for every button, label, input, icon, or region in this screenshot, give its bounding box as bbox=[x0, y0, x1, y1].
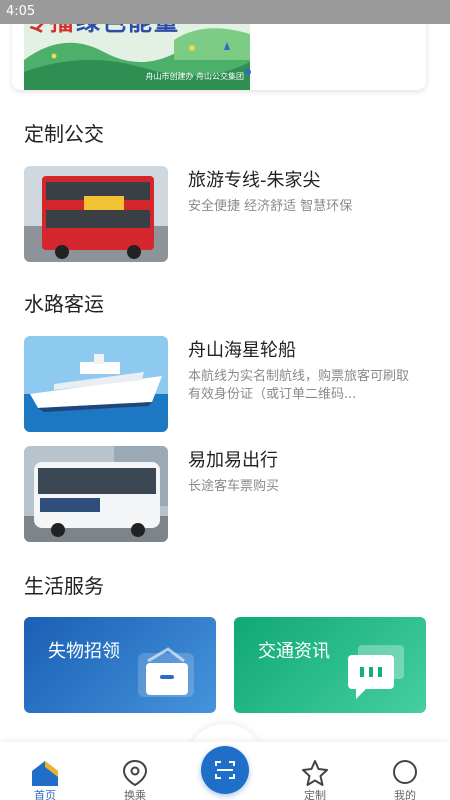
carousel-indicator bbox=[245, 69, 251, 75]
yijiayi-desc: 长途客车票购买 bbox=[188, 479, 280, 494]
tab-profile[interactable]: 我的 bbox=[370, 742, 440, 800]
scan-icon bbox=[215, 761, 235, 779]
list-item-ship[interactable]: 舟山海星轮船 本航线为实名制航线，购票旅客可刷取有效身份证（或订单二维码... bbox=[24, 336, 426, 434]
tab-custom-label: 定制 bbox=[304, 789, 326, 800]
tab-custom[interactable]: 定制 bbox=[280, 742, 350, 800]
tab-transfer[interactable]: 换乘 bbox=[100, 742, 170, 800]
tab-transfer-label: 换乘 bbox=[124, 789, 146, 800]
yijiayi-title: 易加易出行 bbox=[188, 450, 278, 471]
status-time: 4:05 bbox=[6, 4, 36, 19]
traffic-info-card[interactable]: 交通资讯 bbox=[234, 617, 426, 713]
status-bar: 4:05 bbox=[0, 0, 450, 24]
tour-line-desc: 安全便捷 经济舒适 智慧环保 bbox=[188, 199, 353, 214]
ship-title: 舟山海星轮船 bbox=[188, 340, 296, 361]
tab-home-label: 首页 bbox=[34, 789, 56, 800]
tab-profile-label: 我的 bbox=[394, 789, 416, 800]
list-item-yijiayi[interactable]: 易加易出行 长途客车票购买 bbox=[24, 446, 426, 544]
section-title-water-transport: 水路客运 bbox=[24, 292, 104, 316]
tour-line-title: 旅游专线-朱家尖 bbox=[188, 170, 321, 191]
star-icon bbox=[302, 760, 328, 786]
chat-bubble-icon bbox=[348, 645, 404, 699]
list-item-tour-line[interactable]: 旅游专线-朱家尖 安全便捷 经济舒适 智慧环保 bbox=[24, 166, 426, 264]
cruise-ship-image bbox=[24, 336, 168, 432]
home-icon bbox=[32, 761, 58, 786]
traffic-info-label: 交通资讯 bbox=[258, 641, 330, 662]
section-title-custom-bus: 定制公交 bbox=[24, 122, 104, 146]
lost-found-card[interactable]: 失物招领 bbox=[24, 617, 216, 713]
location-pin-icon bbox=[122, 759, 148, 787]
scan-button[interactable] bbox=[201, 746, 249, 794]
profile-icon bbox=[393, 760, 417, 784]
section-title-life-services: 生活服务 bbox=[24, 574, 104, 598]
banner-caption: 舟山市创建办 舟山公交集团 bbox=[145, 72, 244, 81]
tab-home[interactable]: 首页 bbox=[10, 742, 80, 800]
box-icon bbox=[138, 647, 194, 697]
tour-bus-image bbox=[24, 166, 168, 262]
lost-found-label: 失物招领 bbox=[48, 641, 120, 662]
coach-bus-image bbox=[24, 446, 168, 542]
ship-desc: 本航线为实名制航线，购票旅客可刷取有效身份证（或订单二维码... bbox=[188, 369, 410, 402]
